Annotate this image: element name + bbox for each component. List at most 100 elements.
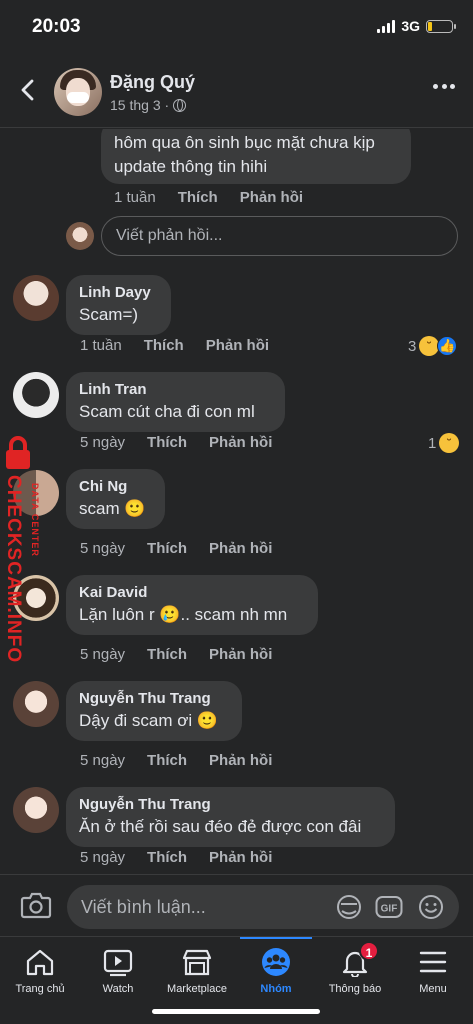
globe-icon bbox=[173, 98, 187, 112]
tab-label: Nhóm bbox=[260, 983, 292, 995]
sad-reaction-icon: ˘ bbox=[439, 433, 460, 453]
like-button[interactable]: Thích bbox=[147, 646, 187, 663]
reply-text-line-1: hôm qua ôn sinh bục mặt chưa kịp bbox=[114, 133, 375, 152]
camera-icon[interactable] bbox=[20, 891, 52, 919]
comment-feed[interactable]: hôm qua ôn sinh bục mặt chưa kịp update … bbox=[0, 129, 473, 874]
comment-time: 5 ngày bbox=[80, 849, 126, 866]
like-button[interactable]: Thích bbox=[147, 752, 187, 769]
avatar-sticker-icon[interactable] bbox=[335, 894, 363, 920]
author-avatar[interactable] bbox=[54, 68, 102, 116]
tab-label: Watch bbox=[102, 983, 134, 995]
post-date[interactable]: 15 thg 3 · bbox=[110, 97, 169, 113]
watermark-text: CHECKSCAM.INFO bbox=[3, 475, 24, 664]
tab-notifications[interactable]: 1 Thông báo bbox=[315, 937, 395, 1007]
commenter-avatar[interactable] bbox=[13, 372, 59, 418]
commenter-name[interactable]: Nguyễn Thu Trang bbox=[79, 795, 382, 815]
tab-marketplace[interactable]: Marketplace bbox=[157, 937, 237, 1007]
comment-input[interactable]: Viết bình luận... GIF bbox=[67, 885, 459, 929]
commenter-name[interactable]: Linh Tran bbox=[79, 380, 272, 400]
like-reaction-icon: 👍 bbox=[437, 336, 458, 356]
tab-label: Marketplace bbox=[167, 983, 227, 995]
like-button[interactable]: Thích bbox=[147, 540, 187, 557]
post-header: Đặng Quý 15 thg 3 · bbox=[0, 58, 473, 128]
like-button[interactable]: Thích bbox=[144, 337, 184, 354]
reply-button[interactable]: Phản hồi bbox=[209, 752, 272, 769]
watermark-subtext: DATA CENTER bbox=[30, 483, 40, 557]
comment-actions: 5 ngày Thích Phản hồi bbox=[80, 752, 294, 769]
reply-button[interactable]: Phản hồi bbox=[209, 540, 272, 557]
comment-bubble[interactable]: Linh Dayy Scam=) bbox=[66, 275, 171, 335]
like-button[interactable]: Thích bbox=[147, 849, 187, 866]
status-indicators: 3G bbox=[377, 18, 456, 34]
commenter-avatar[interactable] bbox=[13, 787, 59, 833]
tab-label: Menu bbox=[419, 983, 447, 995]
commenter-avatar[interactable] bbox=[13, 681, 59, 727]
reply-button[interactable]: Phản hồi bbox=[240, 189, 303, 206]
comment-text: Lặn luôn r 🥲.. scam nh mn bbox=[79, 605, 288, 624]
author-name[interactable]: Đặng Quý bbox=[110, 72, 195, 93]
reply-input[interactable]: Viết phản hồi... bbox=[101, 216, 458, 256]
tab-menu[interactable]: Menu bbox=[393, 937, 473, 1007]
tab-label: Thông báo bbox=[328, 983, 382, 995]
commenter-avatar[interactable] bbox=[13, 275, 59, 321]
home-indicator[interactable] bbox=[152, 1009, 320, 1014]
comment-text: Dậy đi scam ơi 🙂 bbox=[79, 711, 219, 730]
reaction-summary[interactable]: 1 ˘ bbox=[428, 433, 460, 453]
comment-time: 5 ngày bbox=[80, 540, 126, 557]
comment-time: 5 ngày bbox=[80, 646, 126, 663]
svg-text:GIF: GIF bbox=[381, 904, 398, 915]
commenter-name[interactable]: Kai David bbox=[79, 583, 305, 603]
tab-groups[interactable]: Nhóm bbox=[236, 937, 316, 1007]
signal-icon bbox=[377, 19, 396, 33]
battery-icon bbox=[426, 19, 456, 33]
comment-bubble[interactable]: Chi Ng scam 🙂 bbox=[66, 469, 165, 529]
commenter-name[interactable]: Linh Dayy bbox=[79, 283, 158, 303]
reply-time: 1 tuần bbox=[114, 189, 156, 206]
comment-text: scam 🙂 bbox=[79, 499, 146, 518]
back-arrow-icon[interactable] bbox=[16, 78, 40, 102]
comment-bubble[interactable]: Nguyễn Thu Trang Dậy đi scam ơi 🙂 bbox=[66, 681, 242, 741]
reply-button[interactable]: Phản hồi bbox=[206, 337, 269, 354]
post-meta: 15 thg 3 · bbox=[110, 97, 187, 113]
watch-icon bbox=[103, 949, 133, 977]
comment-text: Scam=) bbox=[79, 305, 139, 324]
comment-time: 1 tuần bbox=[80, 337, 122, 354]
like-button[interactable]: Thích bbox=[147, 434, 187, 451]
like-button[interactable]: Thích bbox=[178, 189, 218, 206]
comment-actions: 5 ngày Thích Phản hồi bbox=[80, 646, 294, 663]
tab-watch[interactable]: Watch bbox=[78, 937, 158, 1007]
comment-input-placeholder: Viết bình luận... bbox=[81, 897, 206, 917]
comment-composer: Viết bình luận... GIF bbox=[0, 874, 473, 936]
gif-icon[interactable]: GIF bbox=[375, 894, 403, 920]
comment-time: 5 ngày bbox=[80, 434, 126, 451]
reply-button[interactable]: Phản hồi bbox=[209, 849, 272, 866]
reply-actions: 1 tuần Thích Phản hồi bbox=[114, 189, 325, 206]
marketplace-icon bbox=[182, 949, 212, 976]
commenter-name[interactable]: Chi Ng bbox=[79, 477, 152, 497]
more-options-icon[interactable] bbox=[433, 84, 455, 90]
lock-icon bbox=[6, 436, 30, 469]
sad-reaction-icon: ˘ bbox=[419, 336, 440, 356]
reaction-count: 1 bbox=[428, 434, 437, 452]
comment-actions: 5 ngày Thích Phản hồi bbox=[80, 540, 294, 557]
status-bar: 20:03 3G bbox=[0, 0, 473, 58]
home-icon bbox=[26, 949, 54, 976]
my-avatar bbox=[66, 222, 94, 250]
reply-button[interactable]: Phản hồi bbox=[209, 646, 272, 663]
comment-bubble[interactable]: Kai David Lặn luôn r 🥲.. scam nh mn bbox=[66, 575, 318, 635]
tab-home[interactable]: Trang chủ bbox=[0, 937, 80, 1007]
comment-text: Scam cút cha đi con ml bbox=[79, 402, 255, 421]
reply-bubble[interactable]: hôm qua ôn sinh bục mặt chưa kịp update … bbox=[101, 129, 411, 184]
reply-input-placeholder: Viết phản hồi... bbox=[116, 227, 223, 244]
reaction-summary[interactable]: 3 ˘ 👍 bbox=[408, 336, 458, 356]
network-label: 3G bbox=[401, 18, 420, 34]
comment-bubble[interactable]: Nguyễn Thu Trang Ăn ở thế rồi sau đéo đẻ… bbox=[66, 787, 395, 847]
reply-button[interactable]: Phản hồi bbox=[209, 434, 272, 451]
comment-actions: 5 ngày Thích Phản hồi bbox=[80, 849, 294, 866]
status-time: 20:03 bbox=[32, 16, 81, 37]
comment-actions: 5 ngày Thích Phản hồi bbox=[80, 434, 294, 451]
comment-bubble[interactable]: Linh Tran Scam cút cha đi con ml bbox=[66, 372, 285, 432]
commenter-name[interactable]: Nguyễn Thu Trang bbox=[79, 689, 229, 709]
emoji-icon[interactable] bbox=[417, 894, 445, 920]
notification-badge: 1 bbox=[359, 941, 379, 961]
